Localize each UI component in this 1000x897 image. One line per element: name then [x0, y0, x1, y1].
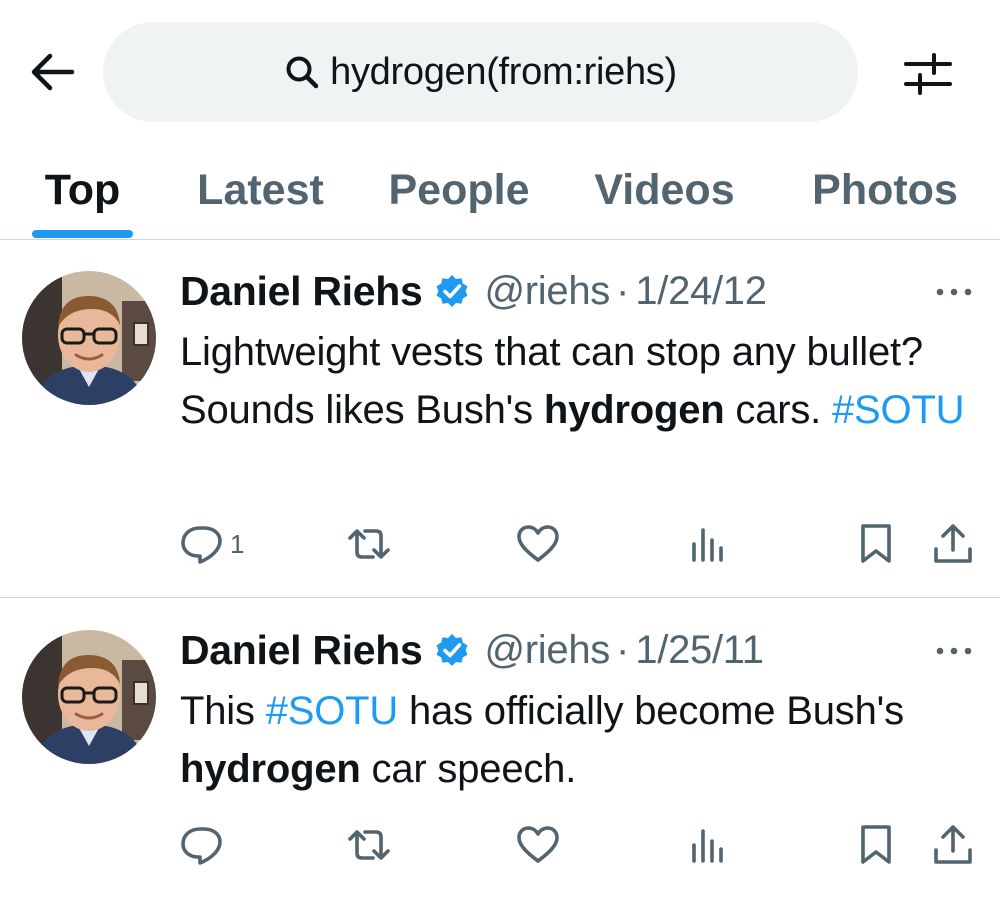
tweet-actions: [0, 820, 1000, 870]
reply-icon: [180, 524, 224, 564]
tweet[interactable]: Daniel Riehs @riehs · 1/24/12 Lightweigh…: [0, 241, 1000, 598]
author-handle[interactable]: @riehs: [484, 269, 610, 314]
tweet-date[interactable]: 1/25/11: [635, 628, 764, 673]
author-name[interactable]: Daniel Riehs: [180, 627, 423, 674]
reply-count: 1: [230, 528, 245, 559]
ellipsis-icon: [936, 288, 972, 296]
heart-icon: [516, 825, 560, 865]
tweet-text-part: cars.: [724, 388, 832, 432]
hashtag-link[interactable]: #SOTU: [832, 388, 965, 432]
tweet-text: This #SOTU has officially become Bush's …: [180, 682, 970, 798]
search-query-text: hydrogen(from:riehs): [330, 50, 677, 93]
verified-badge-icon: [434, 632, 470, 668]
search-input[interactable]: hydrogen(from:riehs): [103, 22, 858, 122]
separator-dot: ·: [616, 268, 630, 313]
more-button[interactable]: [934, 280, 974, 304]
author-handle[interactable]: @riehs: [484, 628, 610, 673]
search-term-highlight: hydrogen: [543, 388, 725, 432]
bookmark-icon: [856, 523, 896, 565]
reply-button[interactable]: 1: [180, 519, 244, 569]
retweet-icon: [346, 524, 392, 564]
sliders-icon: [903, 51, 953, 97]
search-header: hydrogen(from:riehs): [0, 0, 1000, 140]
verified-badge-icon: [434, 273, 470, 309]
tweet-date[interactable]: 1/24/12: [635, 269, 767, 314]
back-button[interactable]: [26, 48, 78, 96]
tweet-text: Lightweight vests that can stop any bull…: [180, 323, 970, 439]
retweet-button[interactable]: [346, 820, 392, 870]
tab-latest[interactable]: Latest: [188, 140, 333, 240]
tab-people[interactable]: People: [380, 140, 538, 240]
tweet-text-part: has officially become Bush's: [398, 689, 904, 733]
tweet-text-part: This: [180, 689, 266, 733]
share-icon: [932, 523, 974, 565]
share-button[interactable]: [932, 519, 974, 569]
tab-photos[interactable]: Photos: [804, 140, 966, 240]
tweet-header: Daniel Riehs @riehs · 1/25/11: [180, 625, 764, 675]
retweet-button[interactable]: [346, 519, 392, 569]
avatar[interactable]: [22, 630, 156, 764]
active-tab-indicator: [32, 230, 133, 238]
author-name[interactable]: Daniel Riehs: [180, 268, 423, 315]
tweet-header: Daniel Riehs @riehs · 1/24/12: [180, 266, 767, 316]
views-button[interactable]: [688, 519, 728, 569]
ellipsis-icon: [936, 647, 972, 655]
like-button[interactable]: [516, 820, 560, 870]
avatar[interactable]: [22, 271, 156, 405]
tweet[interactable]: Daniel Riehs @riehs · 1/25/11 This #SOTU…: [0, 598, 1000, 897]
bookmark-button[interactable]: [856, 820, 896, 870]
share-button[interactable]: [932, 820, 974, 870]
search-term-highlight: hydrogen: [180, 747, 361, 791]
search-tabs: Top Latest People Videos Photos: [0, 140, 1000, 240]
bookmark-button[interactable]: [856, 519, 896, 569]
search-filter-button[interactable]: [900, 48, 956, 100]
retweet-icon: [346, 825, 392, 865]
arrow-left-icon: [28, 52, 76, 92]
bar-chart-icon: [688, 825, 728, 865]
tweet-text-part: car speech.: [360, 747, 577, 791]
separator-dot: ·: [616, 627, 630, 672]
share-icon: [932, 824, 974, 866]
hashtag-link[interactable]: #SOTU: [266, 689, 399, 733]
tab-videos[interactable]: Videos: [586, 140, 743, 240]
bookmark-icon: [856, 824, 896, 866]
like-button[interactable]: [516, 519, 560, 569]
reply-button[interactable]: [180, 820, 230, 870]
views-button[interactable]: [688, 820, 728, 870]
more-button[interactable]: [934, 639, 974, 663]
tweet-actions: 1: [0, 519, 1000, 569]
tab-top[interactable]: Top: [32, 140, 133, 240]
magnifier-icon: [284, 54, 320, 90]
bar-chart-icon: [688, 524, 728, 564]
reply-icon: [180, 825, 224, 865]
heart-icon: [516, 524, 560, 564]
